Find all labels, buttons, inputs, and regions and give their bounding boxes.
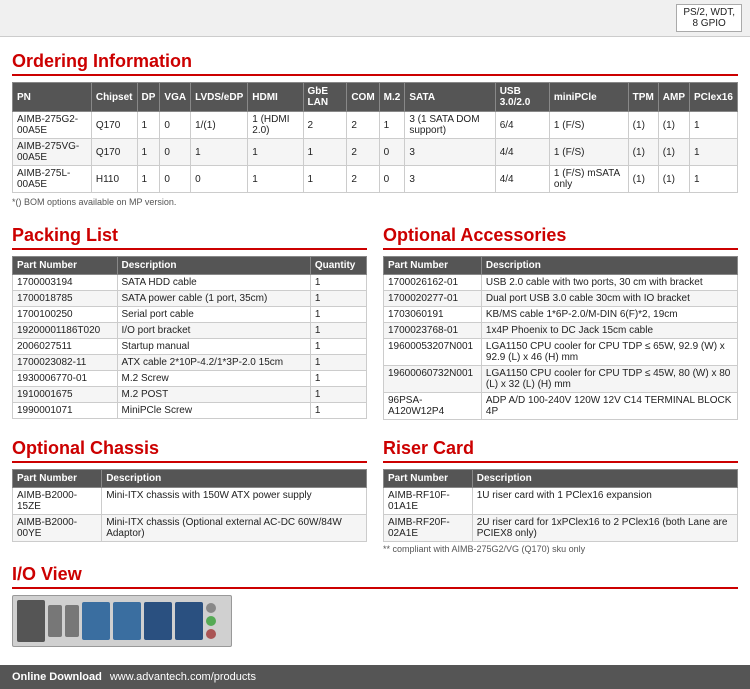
optional-accessories-title: Optional Accessories	[383, 225, 738, 250]
packing-title: Packing List	[12, 225, 367, 250]
list-item: 2006027511Startup manual1	[13, 339, 367, 355]
ps2-label: PS/2, WDT, 8 GPIO	[676, 4, 742, 32]
list-item: AIMB-B2000-00YEMini-ITX chassis (Optiona…	[13, 515, 367, 542]
bottom-bar: Online Download www.advantech.com/produc…	[0, 665, 750, 689]
optional-chassis-table: Part NumberDescription AIMB-B2000-15ZEMi…	[12, 469, 367, 542]
list-item: 1930006770-01M.2 Screw1	[13, 371, 367, 387]
packing-table: Part NumberDescriptionQuantity 170000319…	[12, 256, 367, 419]
list-item: 1700026162-01USB 2.0 cable with two port…	[384, 275, 738, 291]
list-item: AIMB-RF10F-01A1E1U riser card with 1 PCl…	[384, 488, 738, 515]
io-image	[12, 595, 738, 647]
optional-chassis-title: Optional Chassis	[12, 438, 367, 463]
list-item: 96PSA-A120W12P4ADP A/D 100-240V 120W 12V…	[384, 393, 738, 420]
list-item: 1703060191KB/MS cable 1*6P-2.0/M-DIN 6(F…	[384, 307, 738, 323]
list-item: 1700018785SATA power cable (1 port, 35cm…	[13, 291, 367, 307]
list-item: 19600060732N001LGA1150 CPU cooler for CP…	[384, 366, 738, 393]
ordering-table: PNChipsetDPVGALVDS/eDPHDMIGbE LANCOMM.2S…	[12, 82, 738, 193]
list-item: 1700023082-11ATX cable 2*10P-4.2/1*3P-2.…	[13, 355, 367, 371]
table-row: AIMB-275L-00A5EH110100112034/41 (F/S) mS…	[13, 166, 738, 193]
ordering-title: Ordering Information	[12, 51, 738, 76]
list-item: AIMB-RF20F-02A1E2U riser card for 1xPCle…	[384, 515, 738, 542]
list-item: 19600053207N001LGA1150 CPU cooler for CP…	[384, 339, 738, 366]
list-item: 1700020277-01Dual port USB 3.0 cable 30c…	[384, 291, 738, 307]
riser-card-title: Riser Card	[383, 438, 738, 463]
riser-note: ** compliant with AIMB-275G2/VG (Q170) s…	[383, 544, 738, 554]
online-download-url[interactable]: www.advantech.com/products	[110, 671, 256, 683]
ordering-note: *() BOM options available on MP version.	[12, 197, 738, 207]
list-item: 1910001675M.2 POST1	[13, 387, 367, 403]
list-item: 1700023768-011x4P Phoenix to DC Jack 15c…	[384, 323, 738, 339]
list-item: 1700003194SATA HDD cable1	[13, 275, 367, 291]
list-item: 1990001071MiniPCle Screw1	[13, 403, 367, 419]
table-row: AIMB-275G2-00A5EQ170101/(1)1 (HDMI 2.0)2…	[13, 112, 738, 139]
io-view-title: I/O View	[12, 564, 738, 589]
optional-accessories-table: Part NumberDescription 1700026162-01USB …	[383, 256, 738, 420]
list-item: 1700100250Serial port cable1	[13, 307, 367, 323]
table-row: AIMB-275VG-00A5EQ170101112034/41 (F/S)(1…	[13, 139, 738, 166]
online-download-label: Online Download	[12, 671, 102, 683]
list-item: AIMB-B2000-15ZEMini-ITX chassis with 150…	[13, 488, 367, 515]
riser-card-table: Part NumberDescription AIMB-RF10F-01A1E1…	[383, 469, 738, 542]
list-item: 19200001186T020I/O port bracket1	[13, 323, 367, 339]
